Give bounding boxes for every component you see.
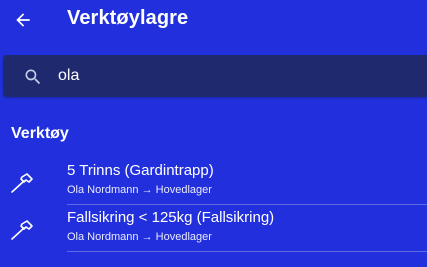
tool-name: 5 Trinns (Gardintrapp) [67, 162, 214, 179]
tool-list-item[interactable]: Fallsikring < 125kg (Fallsikring) Ola No… [0, 206, 427, 252]
section-header-tools: Verktøy [11, 125, 69, 142]
tool-location: Ola Nordmann → Hovedlager [67, 184, 212, 196]
arrow-left-icon [16, 13, 30, 27]
divider [67, 251, 427, 252]
back-button[interactable] [11, 8, 35, 32]
search-icon [25, 69, 41, 85]
hammer-icon [11, 220, 33, 240]
hammer-icon [11, 173, 33, 193]
app-bar: Verktøylagre [0, 0, 427, 44]
tool-location: Ola Nordmann → Hovedlager [67, 231, 212, 243]
tool-list-item[interactable]: 5 Trinns (Gardintrapp) Ola Nordmann → Ho… [0, 159, 427, 205]
search-bar[interactable] [3, 55, 427, 97]
page-title: Verktøylagre [67, 7, 189, 29]
tool-name: Fallsikring < 125kg (Fallsikring) [67, 209, 275, 226]
search-input[interactable] [58, 65, 398, 87]
divider [67, 204, 427, 205]
